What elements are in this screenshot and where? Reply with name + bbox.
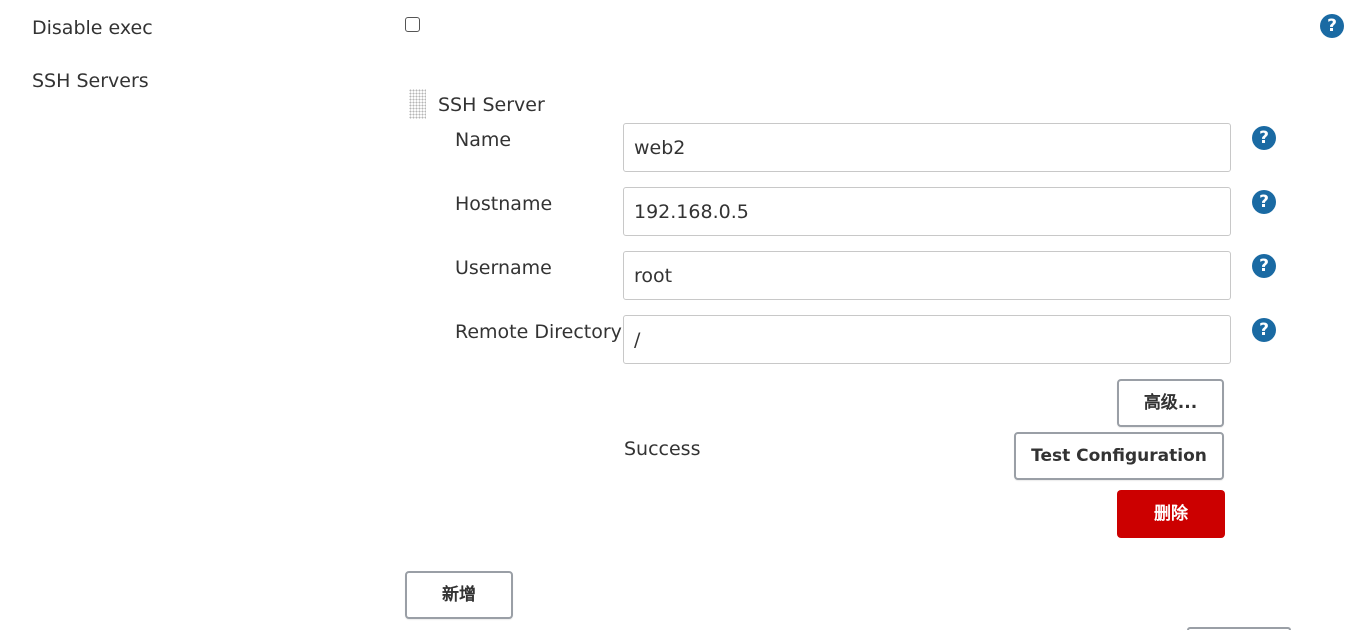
name-input[interactable]: [623, 123, 1231, 172]
delete-server-button[interactable]: 删除: [1117, 490, 1225, 538]
disable-exec-help-icon[interactable]: ?: [1320, 14, 1344, 38]
username-field-label: Username: [455, 257, 552, 279]
username-help-icon[interactable]: ?: [1252, 254, 1276, 278]
remote-directory-input[interactable]: [623, 315, 1231, 364]
test-configuration-button[interactable]: Test Configuration: [1014, 432, 1224, 480]
disable-exec-label: Disable exec: [32, 17, 153, 39]
username-input[interactable]: [623, 251, 1231, 300]
test-status-text: Success: [624, 438, 701, 460]
ssh-server-title: SSH Server: [438, 94, 545, 116]
add-server-button[interactable]: 新增: [405, 571, 513, 619]
advanced-button[interactable]: 高级...: [1117, 379, 1224, 427]
name-field-label: Name: [455, 129, 512, 151]
drag-handle-icon[interactable]: [409, 89, 426, 119]
remote-directory-field-label: Remote Directory: [455, 321, 622, 343]
remote-directory-help-icon[interactable]: ?: [1252, 318, 1276, 342]
hostname-input[interactable]: [623, 187, 1231, 236]
hostname-field-label: Hostname: [455, 193, 553, 215]
ssh-servers-label: SSH Servers: [32, 70, 149, 92]
hostname-help-icon[interactable]: ?: [1252, 190, 1276, 214]
disable-exec-checkbox[interactable]: [405, 17, 420, 32]
ssh-publisher-config-page: Disable exec ? SSH Servers SSH Server Na…: [0, 0, 1345, 630]
name-help-icon[interactable]: ?: [1252, 126, 1276, 150]
